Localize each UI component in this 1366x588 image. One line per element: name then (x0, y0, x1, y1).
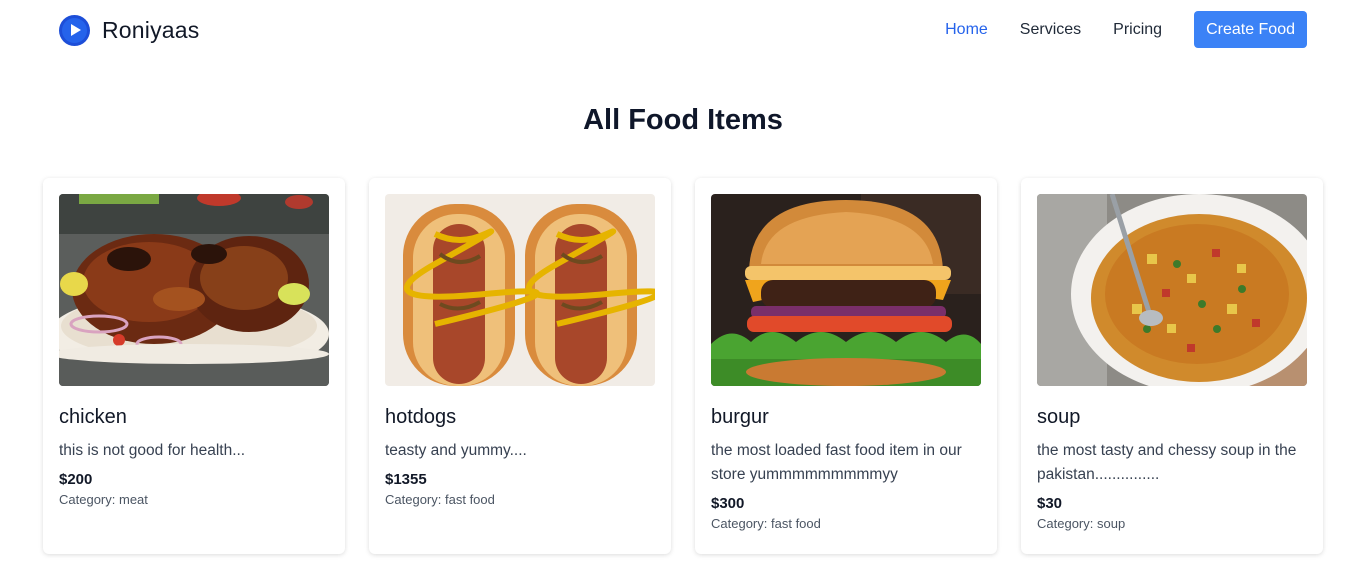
nav-link-home[interactable]: Home (945, 21, 988, 39)
category-label: Category: (711, 516, 768, 531)
nav-link-pricing[interactable]: Pricing (1113, 21, 1162, 39)
navbar: Roniyaas Home Services Pricing Create Fo… (0, 0, 1366, 62)
food-category: Category: soup (1037, 516, 1307, 531)
nav-link-services[interactable]: Services (1020, 21, 1081, 39)
food-name: soup (1037, 406, 1081, 428)
play-circle-icon (59, 15, 90, 46)
hotdogs-image (385, 194, 655, 386)
food-category: Category: fast food (385, 492, 655, 507)
food-price: $300 (711, 495, 745, 512)
food-name: hotdogs (385, 406, 457, 428)
category-label: Category: (1037, 516, 1094, 531)
food-category: Category: meat (59, 492, 329, 507)
food-description: this is not good for health... (59, 442, 246, 459)
food-price: $30 (1037, 495, 1063, 512)
category-value: fast food (771, 516, 821, 531)
brand-name: Roniyaas (102, 17, 200, 43)
category-label: Category: (59, 492, 116, 507)
food-card: hotdogs teasty and yummy.... $1355 Categ… (369, 178, 671, 554)
food-name: burgur (711, 406, 769, 428)
food-description: teasty and yummy.... (385, 442, 527, 459)
food-category: Category: fast food (711, 516, 981, 531)
category-value: soup (1097, 516, 1126, 531)
food-card: burgur the most loaded fast food item in… (695, 178, 997, 554)
category-label: Category: (385, 492, 442, 507)
vegetable-soup-image (1037, 194, 1307, 386)
page-title: All Food Items (583, 104, 783, 136)
category-value: fast food (445, 492, 495, 507)
burger-image (711, 194, 981, 386)
food-name: chicken (59, 406, 127, 428)
food-card-list: chicken this is not good for health... $… (43, 178, 1323, 554)
food-price: $200 (59, 471, 93, 488)
create-food-button[interactable]: Create Food (1194, 11, 1307, 48)
grilled-chicken-image (59, 194, 329, 386)
food-card: soup the most tasty and chessy soup in t… (1021, 178, 1323, 554)
brand[interactable]: Roniyaas (59, 15, 200, 46)
category-value: meat (119, 492, 148, 507)
food-price: $1355 (385, 471, 427, 488)
food-card: chicken this is not good for health... $… (43, 178, 345, 554)
nav-links: Home Services Pricing Create Food (913, 11, 1307, 48)
food-description: the most loaded fast food item in our st… (711, 442, 962, 483)
food-description: the most tasty and chessy soup in the pa… (1037, 442, 1297, 483)
